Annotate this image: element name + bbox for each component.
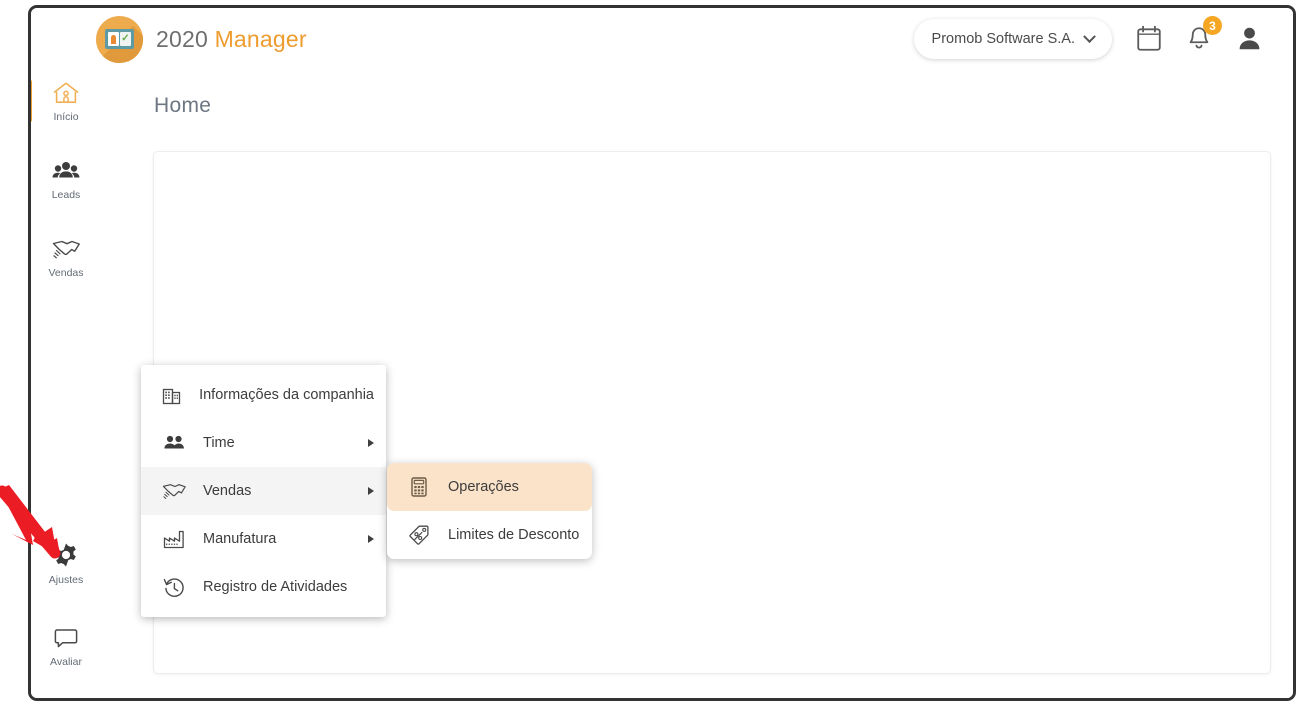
logo-check-square-icon: ✓ bbox=[120, 32, 131, 46]
user-avatar-icon bbox=[1239, 27, 1260, 50]
submenu-item-operacoes[interactable]: Operações bbox=[387, 463, 592, 511]
people-icon bbox=[51, 157, 81, 185]
building-icon bbox=[159, 383, 185, 407]
speech-bubble-icon bbox=[51, 624, 81, 652]
logo-mark-icon: ✓ bbox=[96, 15, 143, 63]
sidebar-item-leads[interactable]: Leads bbox=[31, 148, 101, 210]
sidebar-item-label: Avaliar bbox=[50, 656, 82, 668]
menu-item-informacoes-da-companhia[interactable]: Informações da companhia bbox=[141, 371, 386, 419]
sidebar-item-label: Leads bbox=[51, 189, 81, 201]
brand-title-second: Manager bbox=[214, 25, 307, 52]
sidebar-item-avaliar[interactable]: Avaliar bbox=[31, 615, 101, 677]
menu-item-label: Registro de Atividades bbox=[203, 579, 348, 595]
sidebar-item-vendas[interactable]: Vendas bbox=[31, 226, 101, 288]
vendas-submenu: Operações Limites de Desconto bbox=[387, 463, 592, 559]
discount-tag-icon bbox=[404, 523, 434, 547]
top-bar-actions: Promob Software S.A. 3 bbox=[913, 16, 1263, 59]
submenu-item-label: Limites de Desconto bbox=[448, 527, 580, 543]
calculator-icon bbox=[404, 475, 434, 499]
notifications-badge: 3 bbox=[1203, 16, 1222, 35]
menu-item-manufatura[interactable]: Manufatura bbox=[141, 515, 386, 563]
handshake-icon bbox=[51, 235, 81, 263]
menu-item-registro-de-atividades[interactable]: Registro de Atividades bbox=[141, 563, 386, 611]
left-sidebar: Início Leads Vendas Ajustes Avaliar bbox=[31, 70, 101, 698]
menu-item-label: Time bbox=[203, 435, 235, 451]
handshake-icon bbox=[159, 480, 189, 502]
menu-item-label: Manufatura bbox=[203, 531, 277, 547]
sidebar-item-label: Vendas bbox=[48, 267, 84, 279]
browser-window: ✓ 2020 Manager Promob Software S.A. 3 In… bbox=[28, 5, 1296, 701]
chevron-right-icon bbox=[368, 487, 374, 495]
menu-item-time[interactable]: Time bbox=[141, 419, 386, 467]
gear-icon bbox=[51, 542, 81, 570]
submenu-item-label: Operações bbox=[448, 479, 519, 495]
brand-title: 2020 Manager bbox=[156, 26, 307, 53]
user-avatar-button[interactable] bbox=[1236, 25, 1263, 53]
sidebar-item-label: Ajustes bbox=[48, 574, 84, 586]
sidebar-item-ajustes[interactable]: Ajustes bbox=[31, 533, 101, 595]
top-bar: ✓ 2020 Manager Promob Software S.A. 3 bbox=[31, 8, 1293, 70]
menu-item-label: Informações da companhia bbox=[199, 387, 374, 403]
menu-item-label: Vendas bbox=[203, 483, 252, 499]
sidebar-item-inicio[interactable]: Início bbox=[31, 70, 101, 132]
submenu-item-limites-de-desconto[interactable]: Limites de Desconto bbox=[387, 511, 592, 559]
calendar-button[interactable] bbox=[1136, 25, 1162, 53]
history-clock-icon bbox=[159, 575, 189, 599]
brand-title-first: 2020 bbox=[156, 25, 208, 52]
notifications-button[interactable]: 3 bbox=[1186, 16, 1222, 53]
sidebar-item-label: Início bbox=[53, 111, 79, 123]
home-icon bbox=[51, 79, 81, 107]
logo-person-square-icon bbox=[108, 32, 119, 46]
chevron-right-icon bbox=[368, 439, 374, 447]
chevron-down-icon bbox=[1083, 29, 1096, 43]
calendar-icon bbox=[1137, 25, 1161, 51]
company-selector-label: Promob Software S.A. bbox=[931, 31, 1075, 47]
app-logo[interactable]: ✓ 2020 Manager bbox=[96, 15, 307, 63]
page-title: Home bbox=[154, 94, 212, 117]
people-icon bbox=[159, 433, 189, 453]
company-selector[interactable]: Promob Software S.A. bbox=[913, 19, 1112, 59]
factory-icon bbox=[159, 528, 189, 550]
settings-menu: Informações da companhia Time Vendas Man… bbox=[141, 365, 386, 617]
menu-item-vendas[interactable]: Vendas bbox=[141, 467, 386, 515]
chevron-right-icon bbox=[368, 535, 374, 543]
